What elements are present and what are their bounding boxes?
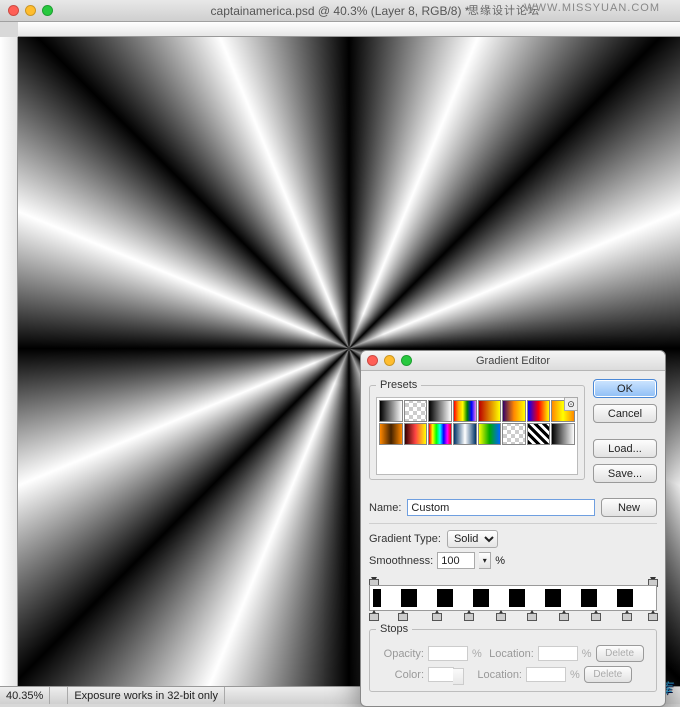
dialog-titlebar[interactable]: Gradient Editor	[361, 351, 665, 371]
preset-swatch[interactable]	[478, 423, 502, 445]
presets-grid[interactable]: ⊙	[376, 397, 578, 475]
location-label-2: Location:	[474, 669, 522, 681]
name-input[interactable]	[407, 499, 595, 516]
cancel-button[interactable]: Cancel	[593, 404, 657, 423]
preset-swatch[interactable]	[502, 423, 526, 445]
opacity-location-input	[538, 646, 578, 661]
smoothness-unit: %	[495, 555, 505, 567]
color-swatch	[428, 667, 454, 682]
gradient-bar[interactable]	[369, 585, 657, 611]
gradient-type-label: Gradient Type:	[369, 533, 441, 545]
save-button[interactable]: Save...	[593, 464, 657, 483]
watermark-en: WWW.MISSYUAN.COM	[524, 2, 660, 14]
preset-swatch[interactable]	[404, 423, 428, 445]
preset-swatch[interactable]	[453, 400, 477, 422]
preset-swatch[interactable]	[527, 423, 551, 445]
status-zoom[interactable]: 40.35%	[0, 687, 50, 704]
color-label: Color:	[376, 669, 424, 681]
ruler-horizontal[interactable]	[18, 22, 680, 37]
presets-fieldset: Presets ⊙	[369, 379, 585, 480]
load-button[interactable]: Load...	[593, 439, 657, 458]
color-stops-row[interactable]	[369, 613, 657, 623]
preset-swatch[interactable]	[379, 400, 403, 422]
location-label-1: Location:	[486, 648, 534, 660]
preset-swatch[interactable]	[428, 400, 452, 422]
preset-swatch[interactable]	[404, 400, 428, 422]
preset-swatch[interactable]	[502, 400, 526, 422]
delete-opacity-stop-button: Delete	[596, 645, 644, 662]
ok-button[interactable]: OK	[593, 379, 657, 398]
opacity-stops-row[interactable]	[369, 575, 657, 585]
dialog-title: Gradient Editor	[361, 355, 665, 367]
preset-swatch[interactable]	[379, 423, 403, 445]
status-spacer	[50, 687, 68, 704]
preset-swatch[interactable]	[428, 423, 452, 445]
name-label: Name:	[369, 502, 401, 514]
delete-color-stop-button: Delete	[584, 666, 632, 683]
preset-swatch[interactable]	[478, 400, 502, 422]
preset-swatch[interactable]	[527, 400, 551, 422]
presets-legend: Presets	[376, 379, 421, 391]
stops-legend: Stops	[376, 623, 412, 635]
smoothness-dropdown-icon[interactable]: ▾	[479, 552, 491, 569]
status-info[interactable]: Exposure works in 32-bit only	[68, 687, 225, 704]
new-button[interactable]: New	[601, 498, 657, 517]
preset-swatch[interactable]	[551, 423, 575, 445]
smoothness-input[interactable]	[437, 552, 475, 569]
color-location-input	[526, 667, 566, 682]
presets-menu-icon[interactable]: ⊙	[564, 397, 578, 411]
opacity-label: Opacity:	[376, 648, 424, 660]
smoothness-label: Smoothness:	[369, 555, 433, 567]
opacity-input	[428, 646, 468, 661]
preset-swatch[interactable]	[453, 423, 477, 445]
gradient-editor-dialog: Gradient Editor Presets ⊙ OK Cancel Load…	[360, 350, 666, 707]
stops-fieldset: Stops Opacity: % Location: % Delete Colo…	[369, 623, 657, 692]
ruler-vertical[interactable]	[0, 37, 18, 686]
gradient-type-select[interactable]: Solid	[447, 530, 498, 548]
